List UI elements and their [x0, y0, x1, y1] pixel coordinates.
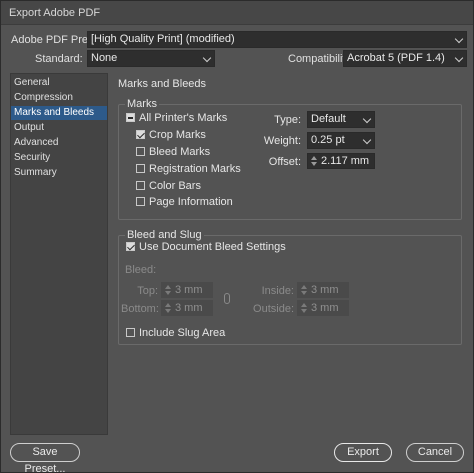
bleed-marks-label: Bleed Marks — [149, 146, 211, 158]
bottom-label: Bottom: — [121, 303, 159, 315]
offset-stepper[interactable]: 2.117 mm — [307, 153, 375, 169]
chevron-down-icon — [202, 53, 212, 63]
bleed-inside-stepper[interactable]: 3 mm — [297, 282, 349, 298]
color-bars-label: Color Bars — [149, 180, 201, 192]
preset-select[interactable]: [High Quality Print] (modified) — [87, 31, 467, 48]
bleed-slug-group-title: Bleed and Slug — [125, 229, 204, 241]
standard-select[interactable]: None — [87, 50, 215, 67]
registration-marks-checkbox[interactable] — [136, 164, 145, 173]
window-title: Export Adobe PDF — [9, 7, 101, 19]
chevron-down-icon — [454, 53, 464, 63]
offset-label: Offset: — [268, 156, 301, 168]
chain-link-icon[interactable] — [224, 293, 230, 304]
chevron-down-icon — [362, 135, 372, 145]
sidebar-item-output[interactable]: Output — [11, 121, 107, 135]
type-label: Type: — [274, 114, 301, 126]
crop-marks-label: Crop Marks — [149, 129, 206, 141]
sidebar-item-marks-and-bleeds[interactable]: Marks and Bleeds — [11, 106, 107, 120]
compatibility-value: Acrobat 5 (PDF 1.4) — [347, 52, 445, 64]
sidebar-item-general[interactable]: General — [11, 76, 107, 90]
stepper-arrows-icon — [164, 285, 172, 296]
sidebar-item-label: Compression — [14, 92, 73, 103]
sidebar-item-compression[interactable]: Compression — [11, 91, 107, 105]
sidebar-item-label: Output — [14, 122, 45, 133]
sidebar-item-label: Marks and Bleeds — [14, 107, 95, 118]
include-slug-checkbox[interactable] — [126, 328, 135, 337]
sidebar-item-label: General — [14, 77, 50, 88]
include-slug-label: Include Slug Area — [139, 327, 226, 339]
preset-value: [High Quality Print] (modified) — [91, 33, 235, 45]
page-information-checkbox[interactable] — [136, 197, 145, 206]
registration-marks-label: Registration Marks — [149, 163, 241, 175]
standard-label: Standard: — [35, 53, 83, 65]
bleed-top-value: 3 mm — [175, 284, 203, 296]
save-preset-button[interactable]: Save Preset... — [10, 443, 80, 473]
outside-label: Outside: — [253, 303, 294, 315]
use-document-bleed-checkbox[interactable] — [126, 242, 135, 251]
standard-value: None — [91, 52, 118, 64]
bleed-outside-value: 3 mm — [311, 302, 339, 314]
chevron-down-icon — [454, 34, 464, 44]
bleed-outside-stepper[interactable]: 3 mm — [297, 300, 349, 316]
page-information-label: Page Information — [149, 196, 233, 208]
sidebar-item-label: Summary — [14, 167, 57, 178]
cancel-button[interactable]: Cancel — [406, 443, 464, 462]
stepper-arrows-icon — [300, 285, 308, 296]
sidebar-item-summary[interactable]: Summary — [11, 166, 107, 180]
stepper-arrows-icon — [300, 303, 308, 314]
offset-value: 2.117 mm — [321, 155, 370, 167]
use-document-bleed-label: Use Document Bleed Settings — [139, 241, 286, 253]
type-value: Default — [311, 113, 346, 125]
bleed-inside-value: 3 mm — [311, 284, 339, 296]
compatibility-select[interactable]: Acrobat 5 (PDF 1.4) — [343, 50, 467, 67]
bleed-marks-checkbox[interactable] — [136, 147, 145, 156]
chevron-down-icon — [362, 114, 372, 124]
section-title: Marks and Bleeds — [118, 78, 207, 90]
sidebar-item-label: Advanced — [14, 137, 59, 148]
color-bars-checkbox[interactable] — [136, 181, 145, 190]
all-printers-marks-checkbox[interactable] — [126, 113, 135, 122]
export-pdf-dialog: Export Adobe PDF Adobe PDF Preset: [High… — [0, 0, 474, 473]
sidebar-item-label: Security — [14, 152, 51, 163]
bleed-top-stepper[interactable]: 3 mm — [161, 282, 213, 298]
weight-select[interactable]: 0.25 pt — [307, 132, 375, 149]
all-printers-marks-label: All Printer's Marks — [139, 112, 228, 124]
weight-label: Weight: — [263, 135, 301, 147]
sidebar-item-security[interactable]: Security — [11, 151, 107, 165]
bleed-bottom-stepper[interactable]: 3 mm — [161, 300, 213, 316]
marks-group-title: Marks — [125, 98, 159, 110]
title-bar: Export Adobe PDF — [1, 1, 473, 25]
weight-value: 0.25 pt — [311, 134, 345, 146]
stepper-arrows-icon — [164, 303, 172, 314]
stepper-arrows-icon[interactable] — [310, 156, 318, 167]
bleed-bottom-value: 3 mm — [175, 302, 203, 314]
inside-label: Inside: — [261, 285, 294, 297]
crop-marks-checkbox[interactable] — [136, 130, 145, 139]
export-button[interactable]: Export — [334, 443, 392, 462]
sidebar: General Compression Marks and Bleeds Out… — [10, 73, 108, 435]
type-select[interactable]: Default — [307, 111, 375, 128]
sidebar-item-advanced[interactable]: Advanced — [11, 136, 107, 150]
top-label: Top: — [137, 285, 158, 297]
bleed-label: Bleed: — [125, 264, 157, 276]
